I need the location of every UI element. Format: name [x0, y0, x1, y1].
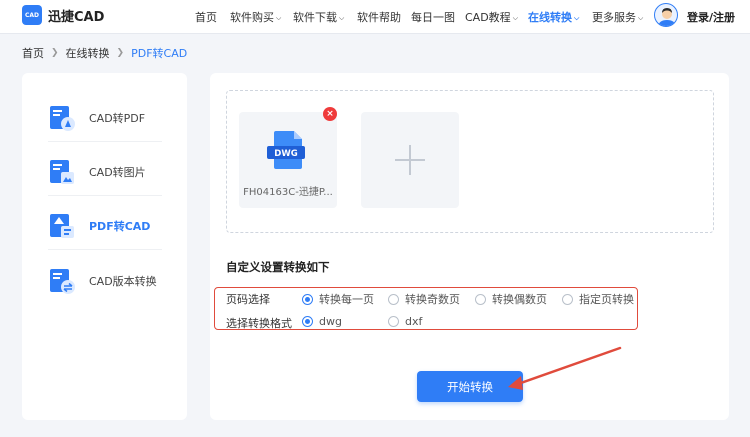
sidebar-item-cad-to-pdf[interactable]: CAD转PDF	[48, 95, 162, 142]
radio-icon	[302, 293, 313, 305]
logo[interactable]: CAD 迅捷CAD	[22, 5, 104, 25]
start-convert-button[interactable]: 开始转换	[417, 371, 523, 402]
breadcrumb-online-convert[interactable]: 在线转换	[66, 45, 110, 61]
breadcrumb-current: PDF转CAD	[131, 47, 188, 60]
chevron-right-icon: ❯	[116, 48, 125, 58]
radio-icon	[562, 293, 573, 305]
nav-tutorial-label: CAD教程	[465, 11, 511, 24]
chevron-right-icon: ❯	[51, 48, 59, 58]
radio-icon	[475, 293, 486, 305]
sidebar-item-label: PDF转CAD	[89, 220, 151, 233]
radio-icon	[302, 316, 313, 327]
settings-title: 自定义设置转换如下	[226, 260, 330, 274]
upload-dropzone[interactable]: DWG FH04163C-迅捷P... ×	[226, 90, 714, 233]
logo-badge: CAD	[22, 5, 42, 25]
avatar[interactable]	[654, 3, 678, 27]
radio-label: 转换每一页	[319, 293, 374, 306]
radio-format-dwg[interactable]: dwg	[302, 315, 342, 328]
remove-file-button[interactable]: ×	[323, 107, 337, 121]
nav-download[interactable]: 软件下载 ⌵	[293, 9, 344, 25]
nav-online-convert[interactable]: 在线转换 ⌵	[528, 9, 579, 25]
cad-to-pdf-icon	[50, 106, 75, 131]
user-avatar-icon	[658, 8, 676, 26]
nav-more-label: 更多服务	[592, 11, 636, 24]
format-selection-label: 选择转换格式	[226, 317, 292, 330]
page-selection-label: 页码选择	[226, 293, 270, 306]
radio-icon	[388, 293, 399, 305]
nav-daily[interactable]: 每日一图	[411, 9, 455, 25]
nav-home[interactable]: 首页	[195, 9, 217, 25]
radio-label: 转换偶数页	[492, 293, 547, 306]
nav-help[interactable]: 软件帮助	[357, 9, 401, 25]
chevron-down-icon: ⌵	[574, 14, 580, 22]
radio-label: 转换奇数页	[405, 293, 460, 306]
uploaded-file-card: DWG FH04163C-迅捷P... ×	[239, 107, 337, 208]
breadcrumb: 首页 ❯ 在线转换 ❯ PDF转CAD	[22, 45, 187, 61]
file-type-badge: DWG	[274, 149, 297, 159]
nav-more[interactable]: 更多服务 ⌵	[592, 9, 643, 25]
main-panel: DWG FH04163C-迅捷P... × 自定义设置转换如下 页码选择 转换每…	[210, 73, 729, 420]
file-name: FH04163C-迅捷P...	[243, 187, 333, 198]
breadcrumb-home[interactable]: 首页	[22, 45, 44, 61]
chevron-down-icon: ⌵	[339, 14, 345, 22]
add-file-button[interactable]	[361, 112, 459, 208]
radio-format-dxf[interactable]: dxf	[388, 315, 422, 328]
radio-icon	[388, 316, 399, 327]
logo-text: 迅捷CAD	[48, 9, 105, 25]
sidebar-item-pdf-to-cad[interactable]: PDF转CAD	[48, 203, 162, 250]
sidebar-item-label: CAD转PDF	[89, 112, 146, 125]
chevron-down-icon: ⌵	[638, 14, 644, 22]
cad-to-image-icon	[50, 160, 74, 184]
cad-version-icon	[50, 268, 75, 294]
radio-odd-pages[interactable]: 转换奇数页	[388, 291, 460, 307]
sidebar-item-cad-version[interactable]: CAD版本转换	[48, 257, 162, 304]
sidebar-item-label: CAD版本转换	[89, 274, 157, 288]
sidebar-item-cad-to-image[interactable]: CAD转图片	[48, 149, 162, 196]
radio-specified-pages[interactable]: 指定页转换	[562, 291, 634, 307]
sidebar: CAD转PDF CAD转图片 PDF转CAD CAD版本转换	[22, 73, 187, 420]
nav-online-convert-label: 在线转换	[528, 11, 572, 24]
chevron-down-icon: ⌵	[276, 14, 282, 22]
nav-tutorial[interactable]: CAD教程 ⌵	[465, 9, 518, 25]
nav-buy-label: 软件购买	[230, 11, 274, 24]
radio-label: dwg	[319, 315, 342, 328]
chevron-down-icon: ⌵	[512, 14, 518, 22]
pdf-to-cad-icon	[50, 214, 74, 238]
login-link[interactable]: 登录/注册	[687, 9, 735, 25]
nav-download-label: 软件下载	[293, 11, 337, 24]
radio-every-page[interactable]: 转换每一页	[302, 291, 374, 307]
close-icon: ×	[326, 109, 334, 119]
sidebar-item-label: CAD转图片	[89, 166, 146, 179]
radio-label: 指定页转换	[579, 293, 634, 306]
radio-label: dxf	[405, 315, 423, 328]
top-header: CAD 迅捷CAD 首页 软件购买 ⌵ 软件下载 ⌵ 软件帮助 每日一图 CAD教程…	[0, 0, 750, 34]
nav-buy[interactable]: 软件购买 ⌵	[230, 9, 281, 25]
dwg-file-icon: DWG	[267, 131, 305, 169]
radio-even-pages[interactable]: 转换偶数页	[475, 291, 547, 307]
